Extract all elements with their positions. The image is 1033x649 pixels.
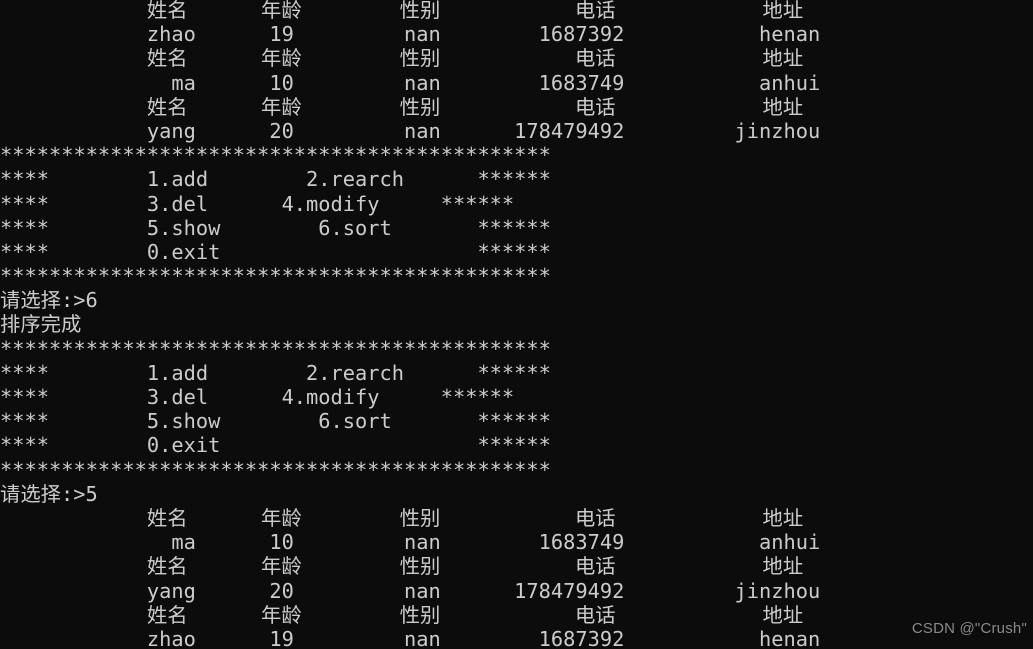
table-header-row: 姓名 年龄 性别 电话 地址 — [0, 0, 804, 22]
table-row: ma 10 nan 1683749 anhui — [0, 70, 821, 95]
table-header-row: 姓名 年龄 性别 电话 地址 — [0, 602, 804, 627]
terminal-window[interactable]: 姓名 年龄 性别 电话 地址 zhao 19 nan 1687392 henan… — [0, 0, 1033, 649]
table-header-row: 姓名 年龄 性别 电话 地址 — [0, 554, 804, 579]
prompt-choice-show[interactable]: 请选择:>5 — [0, 482, 1033, 506]
menu-row-exit[interactable]: **** 0.exit ****** — [0, 240, 1033, 264]
table-header-row: 姓名 年龄 性别 电话 地址 — [0, 505, 804, 530]
table-row: yang 20 nan 178479492 jinzhou — [0, 118, 821, 143]
table-row: yang 20 nan 178479492 jinzhou — [0, 578, 821, 603]
menu-row-del-modify[interactable]: **** 3.del 4.modify ****** — [0, 385, 1033, 409]
menu-separator-top: ****************************************… — [0, 336, 551, 361]
menu-row-add-rearch[interactable]: **** 1.add 2.rearch ****** — [0, 167, 1033, 191]
menu-separator-bottom: ****************************************… — [0, 457, 551, 482]
table-header-row: 姓名 年龄 性别 电话 地址 — [0, 94, 804, 119]
menu-row-exit[interactable]: **** 0.exit ****** — [0, 433, 1033, 457]
status-sort-complete: 排序完成 — [0, 312, 82, 337]
menu-row-show-sort[interactable]: **** 5.show 6.sort ****** — [0, 216, 1033, 240]
table-row: zhao 19 nan 1687392 henan — [0, 22, 821, 47]
menu-row-del-modify[interactable]: **** 3.del 4.modify ****** — [0, 192, 1033, 216]
table-row: ma 10 nan 1683749 anhui — [0, 530, 821, 555]
menu-separator-top: ****************************************… — [0, 143, 551, 168]
table-row: zhao 19 nan 1687392 henan — [0, 626, 821, 649]
menu-row-show-sort[interactable]: **** 5.show 6.sort ****** — [0, 409, 1033, 433]
menu-separator-bottom: ****************************************… — [0, 264, 551, 289]
prompt-choice-sort[interactable]: 请选择:>6 — [0, 288, 1033, 312]
table-header-row: 姓名 年龄 性别 电话 地址 — [0, 46, 804, 71]
menu-row-add-rearch[interactable]: **** 1.add 2.rearch ****** — [0, 361, 1033, 385]
terminal-output: 姓名 年龄 性别 电话 地址 zhao 19 nan 1687392 henan… — [0, 0, 1033, 649]
